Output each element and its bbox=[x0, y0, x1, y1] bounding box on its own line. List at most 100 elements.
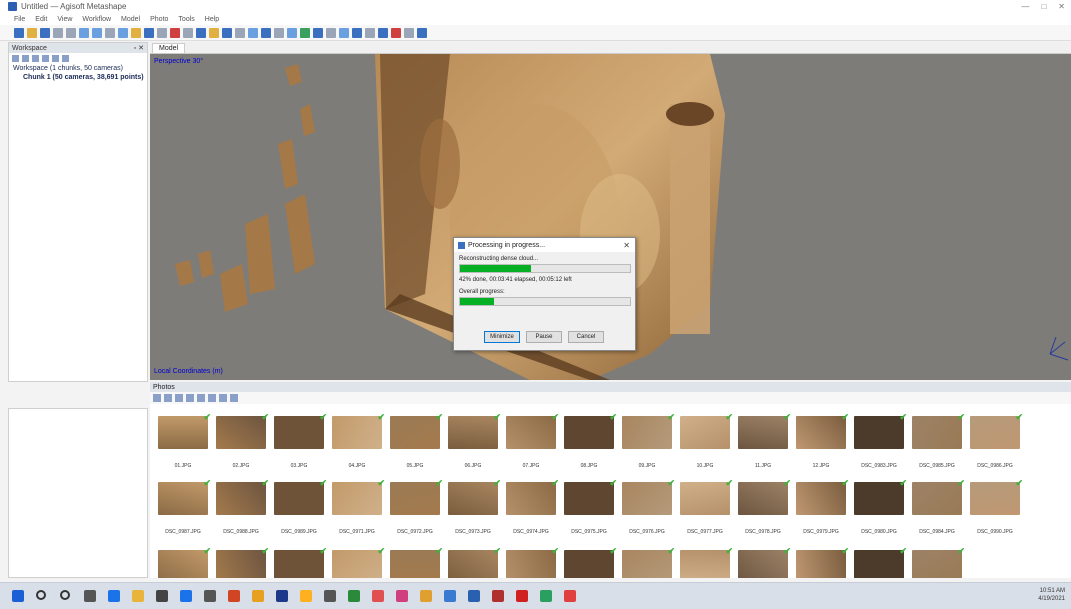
photo-thumbnail[interactable]: ✔ bbox=[332, 412, 385, 449]
photo-thumbnail[interactable]: ✔ bbox=[854, 412, 907, 449]
workspace-tree-item[interactable]: Workspace (1 chunks, 50 cameras) bbox=[9, 64, 147, 73]
view-thumbnails-icon[interactable] bbox=[230, 394, 238, 402]
cancel-button[interactable]: Cancel bbox=[568, 331, 604, 343]
show-trackball-icon[interactable] bbox=[352, 27, 362, 38]
photo-thumbnail[interactable]: ✔ bbox=[216, 412, 269, 449]
menu-view[interactable]: View bbox=[57, 16, 72, 23]
settings-icon[interactable] bbox=[204, 590, 216, 602]
photo-thumbnail[interactable]: ✔ bbox=[854, 478, 907, 515]
photo-thumbnail[interactable]: ✔ bbox=[796, 478, 849, 515]
file-explorer-icon[interactable] bbox=[132, 590, 144, 602]
photo-thumbnail[interactable]: ✔ bbox=[796, 546, 849, 578]
acrobat-icon[interactable] bbox=[492, 590, 504, 602]
rotate-region-icon[interactable] bbox=[170, 27, 180, 38]
mail-icon[interactable] bbox=[180, 590, 192, 602]
photo-thumbnail[interactable]: ✔ bbox=[738, 546, 791, 578]
photo-thumbnail[interactable]: ✔ bbox=[448, 478, 501, 515]
photo-thumbnail[interactable]: ✔ bbox=[680, 412, 733, 449]
show-cameras-icon[interactable] bbox=[313, 27, 323, 38]
menu-edit[interactable]: Edit bbox=[35, 16, 47, 23]
photo-thumbnail[interactable]: ✔ bbox=[506, 412, 559, 449]
textured-model-icon[interactable] bbox=[300, 27, 310, 38]
undo-icon[interactable] bbox=[53, 27, 63, 38]
photo-thumbnail[interactable]: ✔ bbox=[912, 546, 965, 578]
photo-thumbnail[interactable]: ✔ bbox=[332, 546, 385, 578]
rotate-left-icon[interactable] bbox=[164, 394, 172, 402]
save-project-icon[interactable] bbox=[40, 27, 50, 38]
menu-tools[interactable]: Tools bbox=[178, 16, 194, 23]
app-icon[interactable] bbox=[516, 590, 528, 602]
menu-photo[interactable]: Photo bbox=[150, 16, 168, 23]
shaded-model-icon[interactable] bbox=[261, 27, 271, 38]
app-icon[interactable] bbox=[372, 590, 384, 602]
photo-thumbnail[interactable]: ✔ bbox=[854, 546, 907, 578]
menu-file[interactable]: File bbox=[14, 16, 25, 23]
rotate-right-icon[interactable] bbox=[175, 394, 183, 402]
add-photos-icon[interactable] bbox=[22, 55, 29, 62]
minimize-window-button[interactable]: — bbox=[1021, 2, 1029, 11]
photo-thumbnail[interactable]: ✔ bbox=[274, 478, 327, 515]
photo-thumbnail[interactable]: ✔ bbox=[158, 478, 211, 515]
photo-thumbnail[interactable]: ✔ bbox=[390, 546, 443, 578]
photo-thumbnail[interactable]: ✔ bbox=[738, 412, 791, 449]
photo-thumbnail[interactable]: ✔ bbox=[796, 412, 849, 449]
photo-thumbnail[interactable]: ✔ bbox=[738, 478, 791, 515]
reset-thumbnail-icon[interactable] bbox=[208, 394, 216, 402]
maximize-window-button[interactable]: □ bbox=[1041, 2, 1046, 11]
minimize-button[interactable]: Minimize bbox=[484, 331, 520, 343]
add-folder-icon[interactable] bbox=[32, 55, 39, 62]
photo-thumbnail[interactable]: ✔ bbox=[622, 546, 675, 578]
delete-selection-icon[interactable] bbox=[196, 27, 206, 38]
align-icon[interactable] bbox=[404, 27, 414, 38]
photo-thumbnail[interactable]: ✔ bbox=[274, 412, 327, 449]
crop-selection-icon[interactable] bbox=[209, 27, 219, 38]
photo-thumbnail[interactable]: ✔ bbox=[912, 478, 965, 515]
photo-thumbnail[interactable]: ✔ bbox=[564, 478, 617, 515]
rotate-object-icon[interactable] bbox=[144, 27, 154, 38]
point-cloud-icon[interactable] bbox=[235, 27, 245, 38]
hide-all-icon[interactable] bbox=[62, 55, 69, 62]
office-icon[interactable] bbox=[228, 590, 240, 602]
media-icon[interactable] bbox=[324, 590, 336, 602]
photo-thumbnail[interactable]: ✔ bbox=[274, 546, 327, 578]
photo-thumbnail[interactable]: ✔ bbox=[448, 412, 501, 449]
tab-model[interactable]: Model bbox=[152, 43, 186, 53]
circle-select-icon[interactable] bbox=[105, 27, 115, 38]
zoom-in-icon[interactable] bbox=[186, 394, 194, 402]
zoom-out-icon[interactable] bbox=[197, 394, 205, 402]
reset-view-icon[interactable] bbox=[222, 27, 232, 38]
task-view-icon[interactable] bbox=[84, 590, 96, 602]
resize-region-icon[interactable] bbox=[157, 27, 167, 38]
app-icon[interactable] bbox=[564, 590, 576, 602]
photoshop-icon[interactable] bbox=[276, 590, 288, 602]
cortana-icon[interactable] bbox=[60, 590, 70, 600]
photo-thumbnail[interactable]: ✔ bbox=[158, 546, 211, 578]
show-grid-icon[interactable] bbox=[378, 27, 388, 38]
move-icon[interactable] bbox=[417, 27, 427, 38]
dialog-close-icon[interactable]: ✕ bbox=[623, 241, 630, 250]
photo-thumbnail[interactable]: ✔ bbox=[970, 478, 1023, 515]
open-project-icon[interactable] bbox=[27, 27, 37, 38]
show-markers-icon[interactable] bbox=[326, 27, 336, 38]
show-all-icon[interactable] bbox=[52, 55, 59, 62]
photo-thumbnail[interactable]: ✔ bbox=[564, 546, 617, 578]
rectangle-select-icon[interactable] bbox=[92, 27, 102, 38]
menu-model[interactable]: Model bbox=[121, 16, 140, 23]
ruler-icon[interactable] bbox=[183, 27, 193, 38]
wireframe-icon[interactable] bbox=[287, 27, 297, 38]
navigation-icon[interactable] bbox=[79, 27, 89, 38]
photo-thumbnail[interactable]: ✔ bbox=[680, 478, 733, 515]
chunk-tree-item[interactable]: Chunk 1 (50 cameras, 38,691 points) bbox=[9, 73, 147, 82]
app-icon[interactable] bbox=[468, 590, 480, 602]
photo-thumbnail[interactable]: ✔ bbox=[970, 412, 1023, 449]
photo-thumbnail[interactable]: ✔ bbox=[622, 412, 675, 449]
app-icon[interactable] bbox=[396, 590, 408, 602]
edge-icon[interactable] bbox=[108, 590, 120, 602]
close-window-button[interactable]: ✕ bbox=[1058, 2, 1065, 11]
system-clock[interactable]: 10:51 AM 4/19/2021 bbox=[1038, 587, 1065, 603]
flag-icon[interactable] bbox=[391, 27, 401, 38]
photo-thumbnail[interactable]: ✔ bbox=[390, 478, 443, 515]
pause-button[interactable]: Pause bbox=[526, 331, 562, 343]
dense-cloud-icon[interactable] bbox=[248, 27, 258, 38]
photo-thumbnail[interactable]: ✔ bbox=[390, 412, 443, 449]
